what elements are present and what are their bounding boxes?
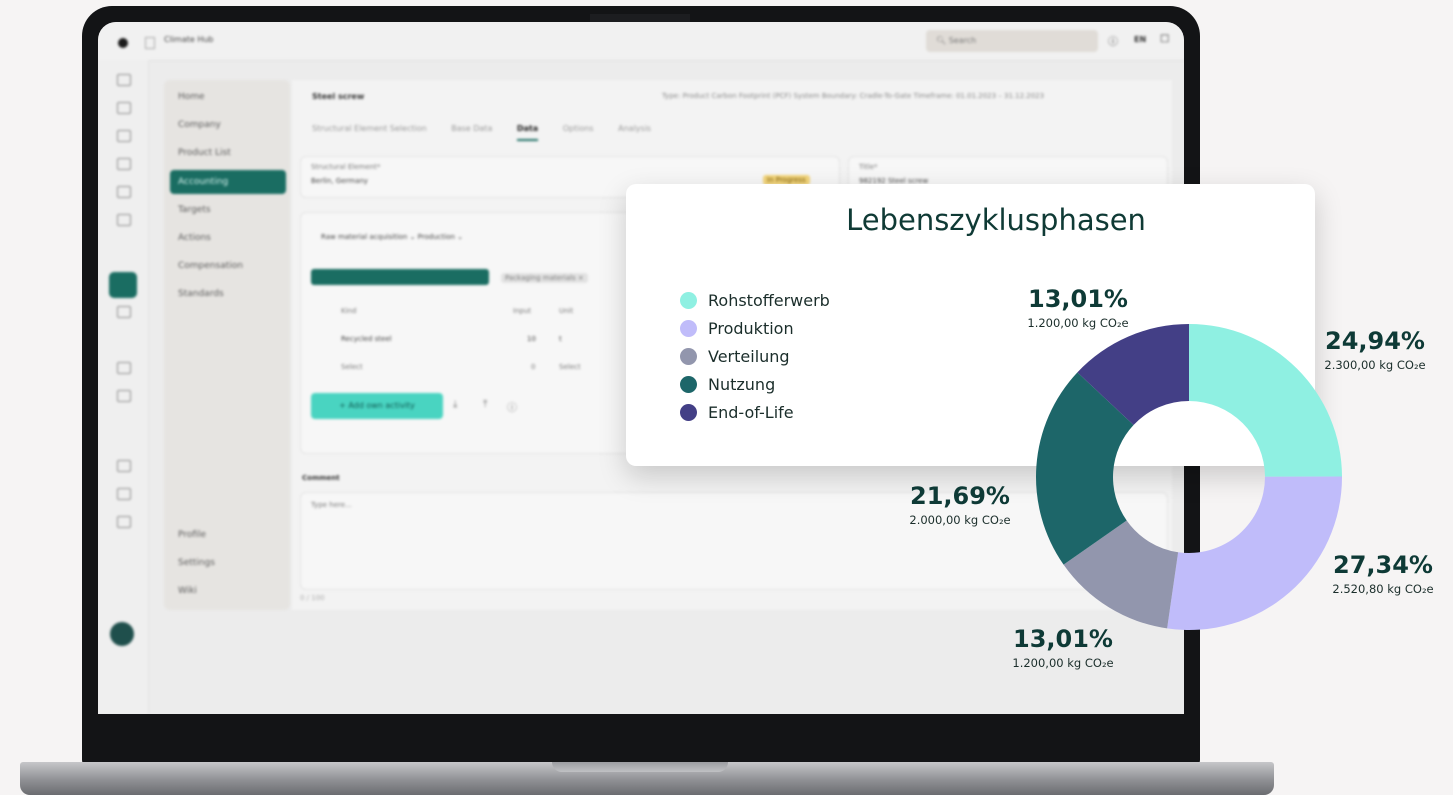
tab-data[interactable]: Data bbox=[516, 124, 539, 141]
table-cell[interactable]: Select bbox=[341, 363, 363, 371]
app-logo-icon bbox=[118, 38, 128, 48]
chat-icon[interactable] bbox=[117, 390, 131, 402]
legend-item: Produktion bbox=[680, 314, 830, 342]
data-label-value: 2.520,80 kg CO₂e bbox=[1332, 582, 1433, 596]
sidebar-item-wiki[interactable]: Wiki bbox=[178, 586, 197, 596]
sidebar-item-company[interactable]: Company bbox=[178, 120, 221, 130]
legend-label: End-of-Life bbox=[708, 402, 794, 422]
phase-tabs[interactable]: Raw material acquisition ⌄ Production ⌄ bbox=[321, 233, 463, 241]
app-name: Climate Hub bbox=[164, 35, 214, 44]
legend-swatch bbox=[680, 375, 697, 393]
legend-swatch bbox=[680, 291, 697, 309]
calc-icon[interactable] bbox=[117, 186, 131, 198]
title-label: Title* bbox=[859, 163, 878, 171]
sidebar-item-product-list[interactable]: Product List bbox=[178, 148, 231, 158]
legend-label: Produktion bbox=[708, 318, 794, 338]
comment-textarea[interactable]: Type here... bbox=[300, 492, 1168, 590]
search-placeholder: Search bbox=[948, 36, 977, 45]
flag-icon[interactable] bbox=[117, 362, 131, 374]
table-header-unit: Unit bbox=[559, 307, 574, 315]
download-icon[interactable]: ⤓ bbox=[453, 399, 457, 410]
table-header-kind: Kind bbox=[341, 307, 357, 315]
language-switch[interactable]: EN bbox=[1134, 35, 1146, 44]
sidebar-item-standards[interactable]: Standards bbox=[178, 289, 224, 299]
table-cell[interactable]: 10 bbox=[527, 335, 536, 343]
upload-icon[interactable]: ⤒ bbox=[483, 399, 487, 410]
tab-structural-element[interactable]: Structural Element Selection bbox=[312, 124, 427, 133]
structural-element-value: Berlin, Germany bbox=[311, 177, 368, 185]
sidebar-item-accounting[interactable]: Accounting bbox=[178, 177, 228, 187]
legend-label: Rohstofferwerb bbox=[708, 290, 830, 310]
sidebar-item-home[interactable]: Home bbox=[178, 92, 205, 102]
legend-label: Verteilung bbox=[708, 346, 790, 366]
app-topbar: Climate Hub 🔍︎ Search ⓘ EN □ bbox=[98, 22, 1184, 61]
comment-placeholder: Type here... bbox=[311, 501, 352, 509]
sidebar-item-actions[interactable]: Actions bbox=[178, 233, 211, 243]
data-label-percent: 24,94% bbox=[1325, 327, 1425, 355]
breadcrumb[interactable]: Steel screw bbox=[312, 92, 364, 101]
tab-base-data[interactable]: Base Data bbox=[451, 124, 492, 133]
building-icon[interactable] bbox=[117, 102, 131, 114]
sidebar: Home Company Product List Accounting Tar… bbox=[164, 80, 290, 610]
panel-icon[interactable]: □ bbox=[1160, 33, 1169, 44]
table-cell: Recycled steel bbox=[341, 335, 392, 343]
info-icon[interactable]: ⓘ bbox=[507, 399, 517, 414]
menu-icon[interactable] bbox=[145, 37, 155, 49]
sidebar-item-compensation[interactable]: Compensation bbox=[178, 261, 243, 271]
legend-swatch bbox=[680, 403, 697, 421]
file-icon[interactable] bbox=[117, 516, 131, 528]
structural-element-label: Structural Element* bbox=[311, 163, 381, 171]
laptop-base-groove bbox=[552, 762, 728, 772]
tab-options[interactable]: Options bbox=[563, 124, 594, 133]
legend-swatch bbox=[680, 347, 697, 365]
chart-legend: Rohstofferwerb Produktion Verteilung Nutzun… bbox=[680, 286, 830, 426]
add-activity-button[interactable]: + Add own activity bbox=[311, 393, 443, 419]
search-input[interactable]: 🔍︎ Search bbox=[926, 30, 1098, 52]
icon-rail bbox=[98, 60, 149, 714]
table-cell[interactable]: t bbox=[559, 335, 562, 343]
legend-swatch bbox=[680, 319, 697, 337]
data-label-value: 2.300,00 kg CO₂e bbox=[1324, 358, 1425, 372]
target-icon[interactable] bbox=[117, 214, 131, 226]
avatar[interactable] bbox=[110, 622, 134, 646]
chart-title: Lebenszyklusphasen bbox=[846, 203, 1146, 237]
leaf-icon[interactable] bbox=[117, 158, 131, 170]
data-label-percent: 27,34% bbox=[1333, 551, 1433, 579]
people-icon[interactable] bbox=[117, 460, 131, 472]
page-meta: Type: Product Carbon Footprint (PCF) Sys… bbox=[662, 92, 1045, 100]
help-icon[interactable]: ⓘ bbox=[1108, 33, 1118, 48]
table-cell[interactable]: 0 bbox=[531, 363, 535, 371]
selected-chip[interactable] bbox=[311, 269, 489, 285]
legend-item: Rohstofferwerb bbox=[680, 286, 830, 314]
doc-icon[interactable] bbox=[117, 306, 131, 318]
filter-chip[interactable]: Packaging materials × bbox=[501, 273, 588, 283]
sidebar-item-profile[interactable]: Profile bbox=[178, 530, 206, 540]
list-icon[interactable] bbox=[117, 130, 131, 142]
char-counter: 0 / 100 bbox=[300, 594, 325, 602]
activity-card: Raw material acquisition ⌄ Production ⌄ … bbox=[300, 212, 640, 454]
legend-item: Nutzung bbox=[680, 370, 830, 398]
calendar-icon[interactable] bbox=[117, 488, 131, 500]
sidebar-item-targets[interactable]: Targets bbox=[178, 205, 211, 215]
comment-label: Comment bbox=[302, 474, 340, 482]
legend-item: Verteilung bbox=[680, 342, 830, 370]
table-cell[interactable]: Select bbox=[559, 363, 581, 371]
legend-item: End-of-Life bbox=[680, 398, 830, 426]
sidebar-item-settings[interactable]: Settings bbox=[178, 558, 215, 568]
legend-label: Nutzung bbox=[708, 374, 776, 394]
tab-analysis[interactable]: Analysis bbox=[618, 124, 651, 133]
table-header-input: Input bbox=[513, 307, 532, 315]
rail-active-item[interactable] bbox=[109, 272, 137, 298]
tab-bar: Structural Element Selection Base Data D… bbox=[312, 124, 673, 141]
dashboard-icon[interactable] bbox=[117, 74, 131, 86]
